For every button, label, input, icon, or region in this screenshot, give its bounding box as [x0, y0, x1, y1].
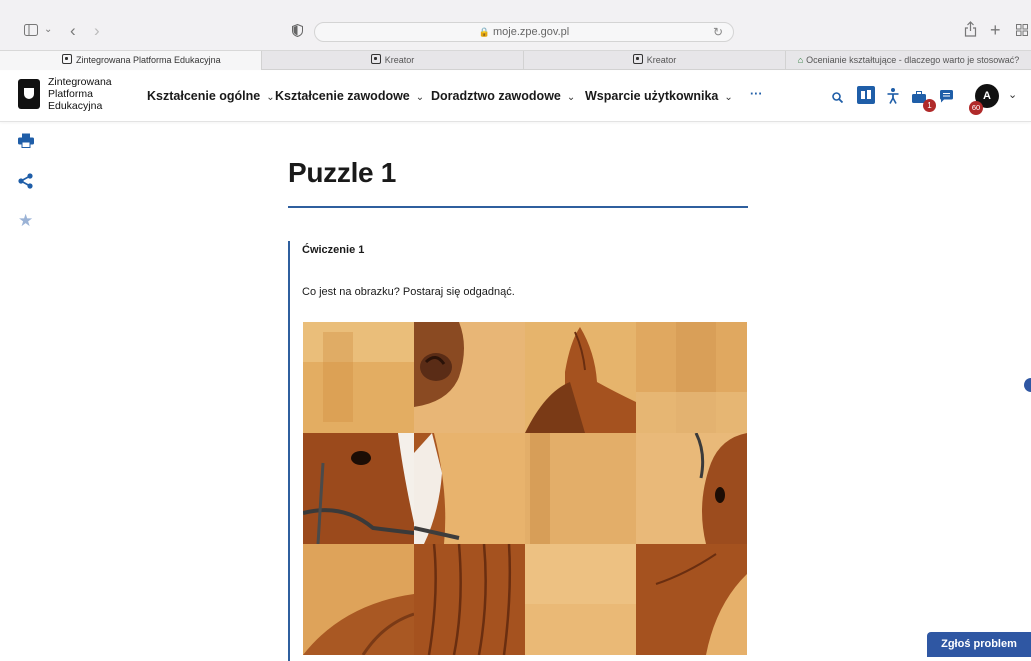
puzzle-piece[interactable]	[525, 433, 636, 544]
nav-item-label: Wsparcie użytkownika	[585, 89, 719, 103]
share-icon[interactable]	[964, 21, 977, 40]
site-header: Zintegrowana Platforma Edukacyjna Kształ…	[0, 71, 1031, 122]
puzzle-piece[interactable]	[636, 544, 747, 655]
exercise-title: Ćwiczenie 1	[302, 244, 365, 256]
side-panel-toggle[interactable]	[1024, 378, 1031, 392]
url-text: moje.zpe.gov.pl	[492, 26, 570, 38]
logo-line: Platforma	[48, 88, 93, 100]
briefcase-badge: 1	[923, 99, 936, 112]
chevron-left-icon[interactable]: ‹	[70, 22, 76, 39]
logo-text[interactable]: Zintegrowana Platforma Edukacyjna	[48, 76, 112, 112]
tab-zpe[interactable]: Zintegrowana Platforma Edukacyjna	[0, 51, 262, 70]
chevron-down-icon: ⌄	[266, 92, 275, 103]
puzzle-piece[interactable]	[303, 433, 414, 544]
title-divider	[288, 206, 748, 208]
puzzle-piece[interactable]	[636, 433, 747, 544]
zpe-favicon-icon	[370, 54, 381, 64]
tab-label: Zintegrowana Platforma Edukacyjna	[76, 55, 221, 65]
chevron-down-icon: ⌄	[724, 92, 733, 103]
tab-label: Kreator	[384, 55, 415, 65]
chevron-right-icon[interactable]: ›	[94, 22, 100, 39]
tab-ocenianie[interactable]: ⌂ Ocenianie kształtujące - dlaczego warto…	[786, 51, 1031, 70]
sign-language-icon[interactable]	[857, 86, 875, 107]
shield-icon[interactable]	[292, 23, 303, 40]
share-nodes-icon[interactable]	[18, 173, 33, 194]
nav-item-label: Doradztwo zawodowe	[431, 89, 561, 103]
reload-icon[interactable]: ↻	[713, 23, 723, 41]
tab-label: Kreator	[646, 55, 677, 65]
nav-item-label: Kształcenie zawodowe	[275, 89, 410, 103]
logo-line: Edukacyjna	[48, 100, 103, 112]
tab-label: Ocenianie kształtujące - dlaczego warto …	[806, 55, 1020, 65]
puzzle-piece[interactable]	[414, 433, 525, 544]
chevron-down-icon: ⌄	[566, 92, 576, 103]
browser-toolbar: ⌄ ‹ › 🔒 moje.zpe.gov.pl ↻ +	[0, 0, 1031, 50]
printer-icon[interactable]	[18, 133, 34, 153]
puzzle-piece[interactable]	[636, 322, 747, 433]
tab-bar: Zintegrowana Platforma Edukacyjna Kreato…	[0, 50, 1031, 70]
puzzle-piece[interactable]	[303, 544, 414, 655]
chevron-down-icon[interactable]: ⌄	[1008, 88, 1017, 101]
nav-ksztalcenie-zawodowe[interactable]: Kształcenie zawodowe ⌄	[275, 89, 424, 103]
puzzle-piece[interactable]	[525, 322, 636, 433]
puzzle-piece[interactable]	[414, 322, 525, 433]
avatar-badge: 60	[969, 101, 983, 115]
search-icon[interactable]	[832, 90, 844, 106]
report-problem-button[interactable]: Zgłoś problem	[927, 632, 1031, 657]
nav-wsparcie-uzytkownika[interactable]: Wsparcie użytkownika ⌄	[585, 89, 733, 103]
grid-icon[interactable]	[1016, 24, 1028, 39]
chevron-down-icon: ⌄	[415, 92, 425, 103]
logo-line: Zintegrowana	[48, 76, 112, 88]
tab-kreator-1[interactable]: Kreator	[262, 51, 524, 70]
puzzle-piece[interactable]	[414, 544, 525, 655]
chevron-down-icon[interactable]: ⌄	[44, 25, 52, 35]
house-icon: ⌂	[797, 55, 804, 65]
plus-icon[interactable]: +	[990, 21, 1001, 39]
address-bar[interactable]: 🔒 moje.zpe.gov.pl ↻	[314, 22, 734, 42]
puzzle-piece[interactable]	[303, 322, 414, 433]
accessibility-icon[interactable]	[887, 88, 899, 107]
exercise-question: Co jest na obrazku? Postaraj się odgadną…	[302, 286, 515, 298]
sidebar-icon[interactable]	[24, 24, 38, 39]
nav-doradztwo-zawodowe[interactable]: Doradztwo zawodowe ⌄	[431, 89, 575, 103]
lock-icon: 🔒	[478, 27, 490, 37]
puzzle-piece[interactable]	[525, 544, 636, 655]
tab-kreator-2[interactable]: Kreator	[524, 51, 786, 70]
star-icon[interactable]: ★	[18, 211, 33, 231]
more-menu-button[interactable]: ···	[750, 87, 763, 101]
zpe-logo[interactable]	[18, 79, 40, 109]
zpe-favicon-icon	[632, 54, 643, 64]
page-title: Puzzle 1	[288, 157, 397, 188]
puzzle-board	[303, 322, 747, 657]
message-icon[interactable]	[940, 90, 953, 106]
nav-ksztalcenie-ogolne[interactable]: Kształcenie ogólne ⌄	[147, 89, 275, 103]
nav-item-label: Kształcenie ogólne	[147, 89, 261, 103]
zpe-favicon-icon	[62, 54, 72, 64]
exercise-border	[288, 241, 290, 661]
